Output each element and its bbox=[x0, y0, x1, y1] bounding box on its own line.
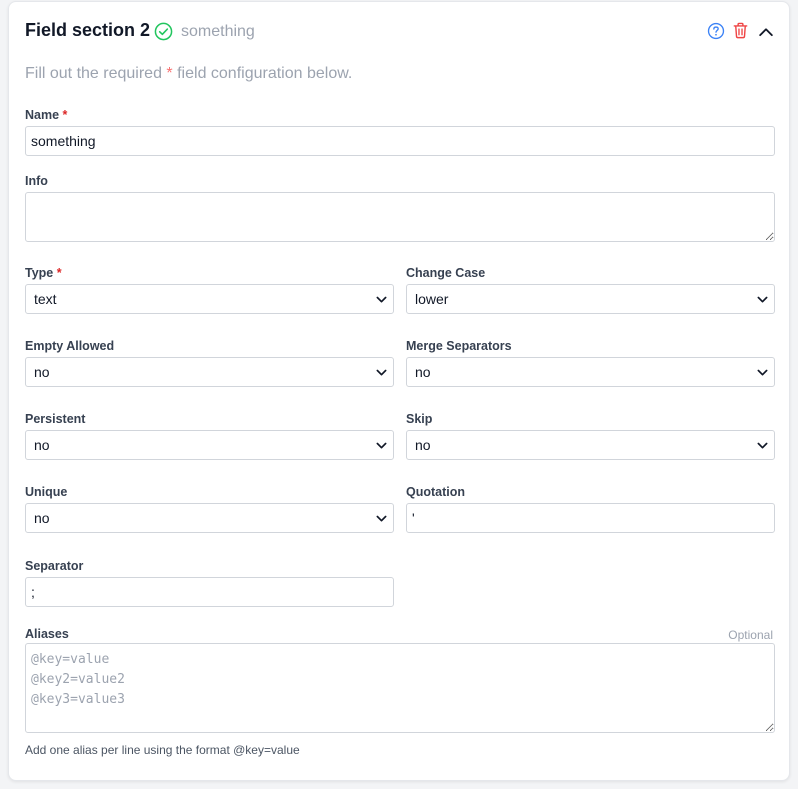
chevron-down-icon bbox=[757, 442, 768, 449]
quotation-input-value: ' bbox=[412, 510, 415, 526]
name-input[interactable]: something bbox=[25, 126, 775, 156]
name-required-mark: * bbox=[62, 108, 68, 122]
intro-asterisk: * bbox=[166, 65, 173, 82]
chevron-down-icon bbox=[757, 369, 768, 376]
type-required-mark: * bbox=[56, 266, 62, 280]
empty-allowed-label: Empty Allowed bbox=[25, 339, 115, 353]
type-select-value: text bbox=[34, 291, 57, 307]
info-textarea[interactable] bbox=[25, 192, 775, 242]
section-title: Field section 2 bbox=[25, 20, 151, 40]
chevron-down-icon bbox=[757, 296, 768, 303]
skip-select-value: no bbox=[415, 437, 431, 453]
intro-before: Fill out the required bbox=[25, 65, 162, 82]
merge-separators-select[interactable]: no bbox=[406, 357, 775, 387]
collapse-chevron-up-icon[interactable] bbox=[757, 23, 775, 41]
unique-label: Unique bbox=[25, 485, 68, 499]
separator-input[interactable]: ; bbox=[25, 577, 394, 607]
section-status-text: something bbox=[181, 23, 255, 40]
info-label: Info bbox=[25, 174, 48, 188]
chevron-down-icon bbox=[376, 296, 387, 303]
chevron-down-icon bbox=[376, 442, 387, 449]
aliases-optional-label: Optional bbox=[728, 628, 773, 642]
change-case-select-value: lower bbox=[415, 291, 449, 307]
persistent-label: Persistent bbox=[25, 412, 86, 426]
merge-separators-select-value: no bbox=[415, 364, 431, 380]
skip-select[interactable]: no bbox=[406, 430, 775, 460]
merge-separators-label: Merge Separators bbox=[406, 339, 512, 353]
help-icon[interactable] bbox=[707, 22, 725, 40]
chevron-down-icon bbox=[376, 369, 387, 376]
persistent-select[interactable]: no bbox=[25, 430, 394, 460]
check-circle-icon bbox=[154, 22, 173, 41]
delete-icon[interactable] bbox=[731, 21, 750, 40]
skip-label: Skip bbox=[406, 412, 433, 426]
type-label: Type * bbox=[25, 266, 62, 280]
name-label-text: Name bbox=[25, 108, 60, 122]
change-case-select[interactable]: lower bbox=[406, 284, 775, 314]
intro-after: field configuration below. bbox=[177, 65, 353, 82]
change-case-label: Change Case bbox=[406, 266, 486, 280]
intro-text: Fill out the required * field configurat… bbox=[25, 65, 352, 83]
aliases-label: Aliases bbox=[25, 627, 69, 641]
unique-select-value: no bbox=[34, 510, 50, 526]
aliases-hint: Add one alias per line using the format … bbox=[25, 743, 300, 757]
name-input-value: something bbox=[31, 133, 96, 149]
empty-allowed-select-value: no bbox=[34, 364, 50, 380]
field-section-card: Field section 2 something Fill out the r… bbox=[8, 1, 790, 781]
name-label: Name * bbox=[25, 108, 67, 122]
type-select[interactable]: text bbox=[25, 284, 394, 314]
aliases-textarea[interactable] bbox=[25, 643, 775, 733]
chevron-down-icon bbox=[376, 515, 387, 522]
persistent-select-value: no bbox=[34, 437, 50, 453]
separator-label: Separator bbox=[25, 559, 84, 573]
unique-select[interactable]: no bbox=[25, 503, 394, 533]
empty-allowed-select[interactable]: no bbox=[25, 357, 394, 387]
separator-input-value: ; bbox=[31, 584, 35, 600]
quotation-input[interactable]: ' bbox=[406, 503, 775, 533]
type-label-text: Type bbox=[25, 266, 54, 280]
quotation-label: Quotation bbox=[406, 485, 466, 499]
